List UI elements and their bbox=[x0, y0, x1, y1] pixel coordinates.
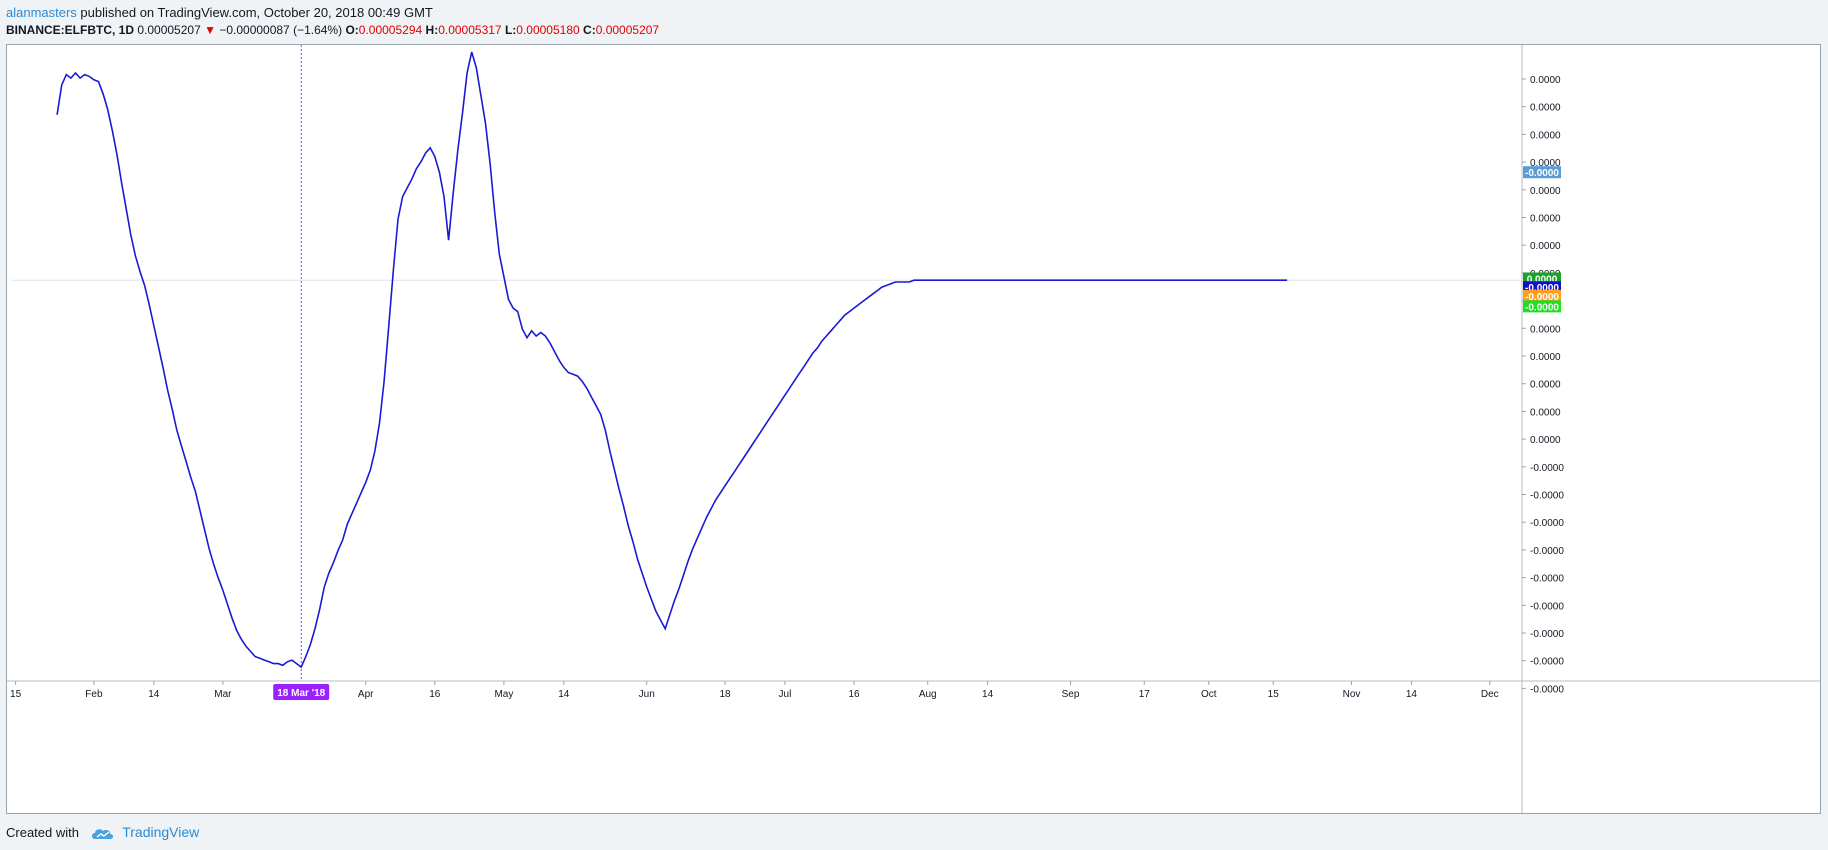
high-label: H: bbox=[425, 23, 439, 37]
x-tick-label: 14 bbox=[558, 689, 570, 700]
x-tick-label: 14 bbox=[1406, 689, 1418, 700]
x-tick-label: 16 bbox=[848, 689, 860, 700]
x-tick-label: 16 bbox=[429, 689, 441, 700]
author-link[interactable]: alanmasters bbox=[6, 5, 77, 20]
chart-svg[interactable]: 0.0000 0.0000 0.0000 0.0000 0.0000 0.0000 0.00… bbox=[7, 45, 1820, 813]
y-tick-label: 0.0000 bbox=[1530, 380, 1561, 391]
x-tick-label: 14 bbox=[148, 689, 160, 700]
x-tick-label: Aug bbox=[919, 689, 937, 700]
y-tick-label: -0.0000 bbox=[1530, 684, 1564, 695]
tradingview-cloud-icon bbox=[91, 828, 113, 839]
x-tick-label: 18 bbox=[719, 689, 731, 700]
x-tick-label: Dec bbox=[1481, 689, 1499, 700]
low-value: 0.00005180 bbox=[516, 23, 580, 37]
crosshair-date-label: 18 Mar '18 bbox=[277, 688, 325, 699]
low-label: L: bbox=[504, 23, 517, 37]
y-tick-label: 0.0000 bbox=[1530, 241, 1561, 252]
axis-value-label: -0.0000 bbox=[1525, 168, 1559, 179]
plot-background bbox=[11, 45, 1522, 681]
y-tick-label: 0.0000 bbox=[1530, 130, 1561, 141]
x-tick-label: Oct bbox=[1201, 689, 1217, 700]
y-tick-label: 0.0000 bbox=[1530, 435, 1561, 446]
y-tick-label: 0.0000 bbox=[1530, 324, 1561, 335]
y-tick-label: 0.0000 bbox=[1530, 186, 1561, 197]
created-with-label: Created with bbox=[6, 825, 79, 840]
x-tick-label: Jul bbox=[779, 689, 792, 700]
publish-line: alanmasters published on TradingView.com… bbox=[6, 4, 1806, 21]
y-tick-label: -0.0000 bbox=[1530, 574, 1564, 585]
x-tick-label: 15 bbox=[1268, 689, 1280, 700]
y-tick-label: 0.0000 bbox=[1530, 407, 1561, 418]
footer: Created with TradingView bbox=[6, 822, 199, 842]
x-tick-label: Jun bbox=[639, 689, 655, 700]
chart-header: alanmasters published on TradingView.com… bbox=[6, 4, 1806, 39]
close-label: C: bbox=[583, 23, 596, 37]
x-tick-label: 17 bbox=[1139, 689, 1151, 700]
x-tick-label: 15 bbox=[10, 689, 22, 700]
y-tick-label: 0.0000 bbox=[1530, 352, 1561, 363]
last-price: 0.00005207 bbox=[137, 23, 201, 37]
y-tick-label: -0.0000 bbox=[1530, 491, 1564, 502]
y-tick-label: -0.0000 bbox=[1530, 546, 1564, 557]
x-tick-label: Apr bbox=[358, 689, 374, 700]
y-tick-label: 0.0000 bbox=[1530, 103, 1561, 114]
x-tick-label: Mar bbox=[214, 689, 232, 700]
axis-value-label: -0.0000 bbox=[1525, 302, 1559, 313]
down-arrow-icon: ▼ bbox=[204, 23, 216, 37]
high-value: 0.00005317 bbox=[438, 23, 502, 37]
y-tick-label: -0.0000 bbox=[1530, 657, 1564, 668]
y-tick-label: -0.0000 bbox=[1530, 601, 1564, 612]
x-tick-label: 14 bbox=[982, 689, 994, 700]
open-label: O: bbox=[345, 23, 359, 37]
y-tick-label: -0.0000 bbox=[1530, 629, 1564, 640]
close-value: 0.00005207 bbox=[595, 23, 660, 37]
open-value: 0.00005294 bbox=[358, 23, 423, 37]
x-tick-label: May bbox=[494, 689, 513, 700]
tradingview-link[interactable]: TradingView bbox=[122, 824, 199, 840]
y-tick-label: 0.0000 bbox=[1530, 214, 1561, 225]
chart-area[interactable]: 0.0000 0.0000 0.0000 0.0000 0.0000 0.0000 0.00… bbox=[6, 44, 1821, 814]
publish-info: published on TradingView.com, October 20… bbox=[76, 5, 433, 20]
price-change: −0.00000087 (−1.64%) bbox=[219, 23, 343, 37]
x-tick-label: Sep bbox=[1062, 689, 1080, 700]
x-tick-label: Nov bbox=[1343, 689, 1361, 700]
x-tick-label: Feb bbox=[85, 689, 103, 700]
symbol-line: BINANCE:ELFBTC, 1D 0.00005207 ▼ −0.00000… bbox=[6, 22, 1806, 39]
y-tick-label: -0.0000 bbox=[1530, 518, 1564, 529]
y-tick-label: -0.0000 bbox=[1530, 463, 1564, 474]
y-tick-label: 0.0000 bbox=[1530, 75, 1561, 86]
symbol-label: BINANCE:ELFBTC, 1D bbox=[6, 23, 134, 37]
